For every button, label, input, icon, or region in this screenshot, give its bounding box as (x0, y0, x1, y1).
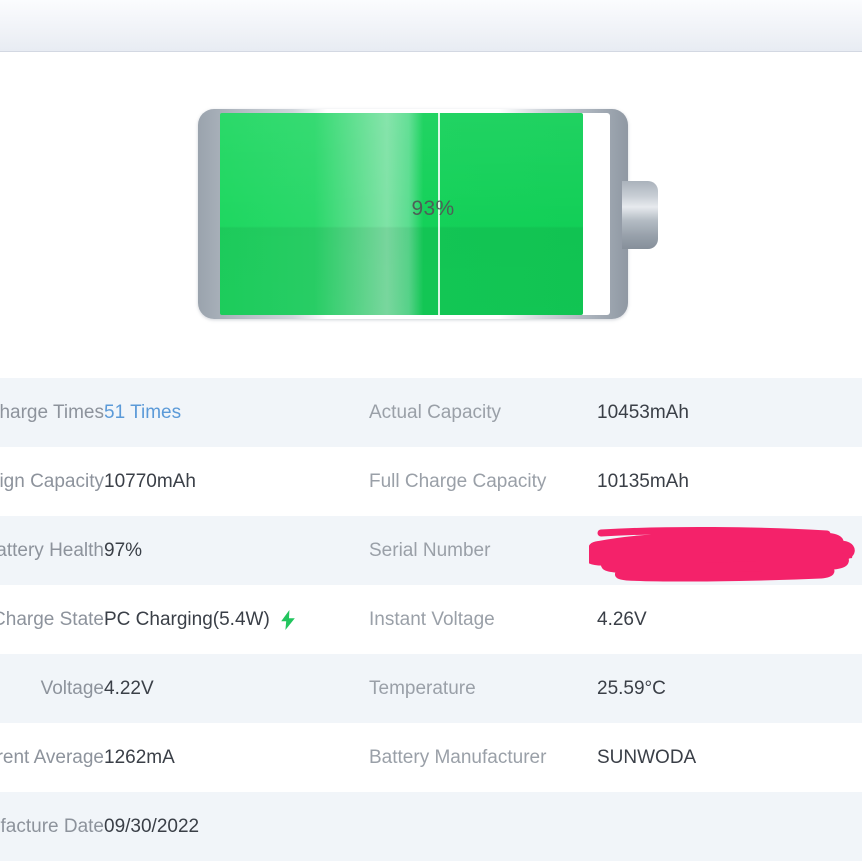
row-value-left: 10770mAh (104, 471, 369, 493)
row-label-left: Voltage (40, 677, 104, 699)
row-value-left-text: 97% (104, 539, 143, 561)
row-value-right: 10135mAh (597, 470, 689, 492)
row-value-right: SUNWODA (597, 746, 697, 768)
row-label-left: Battery Health (0, 539, 104, 561)
row-value-right: 10453mAh (597, 401, 689, 423)
table-row: Current Average1262mA Battery Manufacture… (0, 723, 862, 792)
battery-percent-label: 93% (411, 197, 455, 220)
battery-icon: 93% (198, 101, 668, 326)
table-row: Design Capacity10770mAh Full Charge Capac… (0, 447, 862, 516)
row-value-left: 97% (104, 540, 369, 562)
row-value-left: 1262mA (104, 747, 369, 769)
row-value-left[interactable]: 51 Times (104, 402, 369, 424)
row-label-right: Instant Voltage (369, 608, 495, 630)
row-value-left-text: 09/30/2022 (104, 815, 200, 837)
row-label-right: Actual Capacity (369, 401, 502, 423)
row-value-right: 25.59°C (597, 677, 666, 699)
redaction-scribble (589, 526, 855, 582)
lightning-bolt-icon (280, 609, 295, 630)
charge-times-link[interactable]: 51 Times (104, 402, 181, 424)
table-row: Charge Times51 Times Actual Capacity 10453… (0, 378, 862, 447)
row-label-left: Design Capacity (0, 470, 104, 492)
row-label-left: Manufacture Date (0, 815, 104, 837)
table-row: Charge State PC Charging(5.4W) Instant Vol… (0, 585, 862, 654)
row-label-right: Full Charge Capacity (369, 470, 547, 492)
row-value-left: 09/30/2022 (104, 816, 369, 838)
row-value-left: PC Charging(5.4W) (104, 609, 369, 631)
battery-info-table: Charge Times51 Times Actual Capacity 10453… (0, 378, 862, 861)
table-row: Voltage 4.22V Temperature 25.59°C (0, 654, 862, 723)
table-row: Manufacture Date09/30/2022 (0, 792, 862, 861)
row-value-left-text: 10770mAh (104, 470, 196, 492)
row-label-right: Temperature (369, 677, 476, 699)
row-label-left: Charge State (0, 608, 104, 630)
row-label-right: Battery Manufacturer (369, 746, 547, 768)
row-value-left-text: PC Charging(5.4W) (104, 608, 270, 630)
row-label-right: Serial Number (369, 539, 491, 561)
table-row: Battery Health97% Serial Number (0, 516, 862, 585)
row-value-left-text: 4.22V (104, 677, 154, 699)
row-label-left: Charge Times (0, 401, 104, 423)
row-label-left: Current Average (0, 746, 104, 768)
window-titlebar (0, 0, 862, 52)
row-value-left: 4.22V (104, 678, 369, 700)
battery-hero-panel: 93% (0, 53, 862, 375)
row-value-right: 4.26V (597, 608, 647, 630)
row-value-left-text: 1262mA (104, 746, 175, 768)
